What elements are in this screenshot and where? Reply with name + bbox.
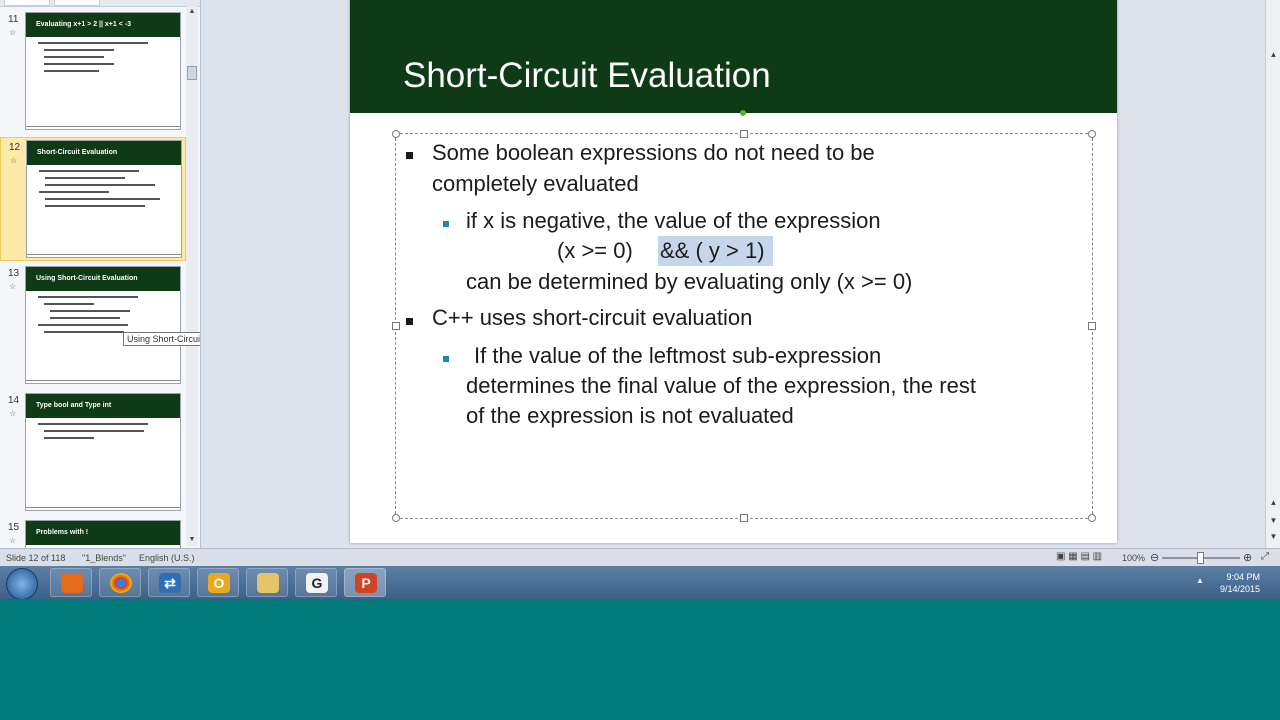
remote-desktop-icon: ⇄	[159, 573, 181, 593]
scroll-down-icon[interactable]: ▼	[186, 534, 198, 546]
previous-slide-icon[interactable]: ▲	[1266, 496, 1280, 510]
thumbnail-tooltip: Using Short-Circuit Evaluation	[123, 332, 200, 346]
selected-expression-text[interactable]: && ( y > 1)	[658, 236, 773, 266]
slide-counter: Slide 12 of 118	[6, 553, 66, 563]
language-indicator[interactable]: English (U.S.)	[139, 553, 195, 563]
slide-thumbnails-pane: 11 ☆ Evaluating x+1 > 2 || x+1 < -3 12 ☆…	[0, 0, 201, 548]
resize-handle[interactable]	[1088, 322, 1096, 330]
resize-handle[interactable]	[740, 514, 748, 522]
tab-slides[interactable]	[4, 0, 50, 6]
transition-icon: ☆	[9, 282, 17, 291]
slide-number: 14	[8, 395, 20, 406]
thumbnail-preview: Short-Circuit Evaluation	[26, 140, 182, 258]
resize-handle[interactable]	[392, 514, 400, 522]
pane-tabs	[0, 0, 200, 7]
sub-bullet-text[interactable]: If the value of the leftmost sub-express…	[474, 341, 881, 371]
slide-editing-area: Short-Circuit Evaluation Some boolean ex…	[202, 0, 1262, 548]
scroll-thumb[interactable]	[187, 66, 197, 80]
powerpoint-window: 11 ☆ Evaluating x+1 > 2 || x+1 < -3 12 ☆…	[0, 0, 1280, 566]
taskbar-remote-desktop[interactable]: ⇄	[148, 568, 190, 597]
g-app-icon: G	[306, 573, 328, 593]
outlook-icon: O	[208, 573, 230, 593]
sub-bullet-icon	[443, 356, 449, 362]
slide-number: 11	[8, 14, 19, 25]
chrome-icon	[110, 573, 132, 593]
slide-title[interactable]: Short-Circuit Evaluation	[403, 56, 771, 96]
resize-handle[interactable]	[1088, 514, 1096, 522]
bullet-text[interactable]: completely evaluated	[432, 169, 639, 199]
thumbnail-slide-14[interactable]: 14 ☆ Type bool and Type int	[0, 391, 186, 515]
clock-date: 9/14/2015	[1219, 584, 1260, 594]
view-buttons-icon[interactable]: ▣ ▦ ▤ ▥	[1056, 551, 1102, 562]
sub-bullet-text[interactable]: can be determined by evaluating only (x …	[466, 267, 912, 297]
bullet-text[interactable]: C++ uses short-circuit evaluation	[432, 303, 752, 333]
thumbnail-preview: Evaluating x+1 > 2 || x+1 < -3	[25, 12, 181, 130]
zoom-level[interactable]: 100%	[1122, 553, 1145, 563]
taskbar-outlook[interactable]: O	[197, 568, 239, 597]
folder-icon	[257, 573, 279, 593]
sub-bullet-text[interactable]: of the expression is not evaluated	[466, 401, 794, 431]
slide-number: 13	[8, 268, 20, 279]
resize-handle[interactable]	[392, 322, 400, 330]
thumbnail-title: Type bool and Type int	[26, 394, 180, 418]
slide-number: 15	[8, 522, 20, 533]
thumbnails-scrollbar[interactable]: ▲ ▼	[186, 6, 198, 546]
taskbar-powerpoint[interactable]: P	[344, 568, 386, 597]
transition-icon: ☆	[10, 156, 18, 165]
thumbnail-preview: Problems with !	[25, 520, 181, 548]
transition-icon: ☆	[9, 409, 17, 418]
thumbnail-slide-13[interactable]: 13 ☆ Using Short-Circuit Evaluation	[0, 264, 186, 388]
zoom-out-icon[interactable]: ⊖	[1150, 551, 1159, 564]
scroll-up-icon[interactable]: ▲	[186, 6, 198, 18]
desktop-background	[0, 599, 1280, 720]
thumbnail-slide-11[interactable]: 11 ☆ Evaluating x+1 > 2 || x+1 < -3	[0, 10, 186, 134]
bullet-text[interactable]: Some boolean expressions do not need to …	[432, 138, 875, 168]
tab-outline[interactable]	[54, 0, 100, 6]
sub-bullet-text[interactable]: if x is negative, the value of the expre…	[466, 206, 881, 236]
resize-handle[interactable]	[1088, 130, 1096, 138]
transition-icon: ☆	[9, 28, 17, 37]
slide-number: 12	[9, 142, 21, 153]
thumbnail-preview: Type bool and Type int	[25, 393, 181, 511]
zoom-slider-thumb[interactable]	[1197, 552, 1204, 564]
show-hidden-icons-icon[interactable]: ▲	[1196, 576, 1204, 585]
bullet-icon	[406, 318, 413, 325]
theme-name[interactable]: "1_Blends"	[82, 553, 126, 563]
windows-taskbar: ⇄ O G P ▲ 9:04 PM 9/14/2015	[0, 566, 1280, 600]
next-slide-icon[interactable]: ▼	[1266, 514, 1280, 528]
thumbnail-title: Using Short-Circuit Evaluation	[26, 267, 180, 291]
resize-handle[interactable]	[740, 130, 748, 138]
thumbnail-title: Short-Circuit Evaluation	[27, 141, 181, 165]
start-button-icon[interactable]	[6, 568, 38, 600]
taskbar-chrome[interactable]	[99, 568, 141, 597]
expression-text[interactable]: (x >= 0)	[557, 236, 633, 266]
clock-time: 9:04 PM	[1226, 572, 1260, 582]
scroll-down-icon[interactable]: ▼	[1266, 530, 1280, 544]
sub-bullet-text[interactable]: determines the final value of the expres…	[466, 371, 976, 401]
system-clock[interactable]: 9:04 PM 9/14/2015	[1214, 571, 1260, 595]
taskbar-firefox[interactable]	[50, 568, 92, 597]
bullet-icon	[406, 152, 413, 159]
thumbnail-slide-15[interactable]: 15 ☆ Problems with !	[0, 518, 186, 548]
thumbnail-preview: Using Short-Circuit Evaluation	[25, 266, 181, 384]
status-bar: Slide 12 of 118 "1_Blends" English (U.S.…	[0, 548, 1280, 566]
rotate-handle[interactable]	[740, 110, 746, 116]
sub-bullet-icon	[443, 221, 449, 227]
transition-icon: ☆	[9, 536, 17, 545]
zoom-in-icon[interactable]: ⊕	[1243, 551, 1252, 564]
taskbar-file-explorer[interactable]	[246, 568, 288, 597]
slide-scrollbar[interactable]: ▲ ▲ ▼ ▼	[1265, 0, 1280, 548]
taskbar-g-app[interactable]: G	[295, 568, 337, 597]
thumbnail-slide-12[interactable]: 12 ☆ Short-Circuit Evaluation	[0, 137, 186, 261]
firefox-icon	[61, 573, 83, 593]
fit-to-window-icon[interactable]: ⤢	[1261, 551, 1269, 562]
current-slide[interactable]: Short-Circuit Evaluation Some boolean ex…	[350, 0, 1117, 543]
thumbnail-title: Evaluating x+1 > 2 || x+1 < -3	[26, 13, 180, 37]
resize-handle[interactable]	[392, 130, 400, 138]
thumbnail-title: Problems with !	[26, 521, 180, 545]
scroll-up-icon[interactable]: ▲	[1266, 48, 1280, 62]
powerpoint-icon: P	[355, 573, 377, 593]
